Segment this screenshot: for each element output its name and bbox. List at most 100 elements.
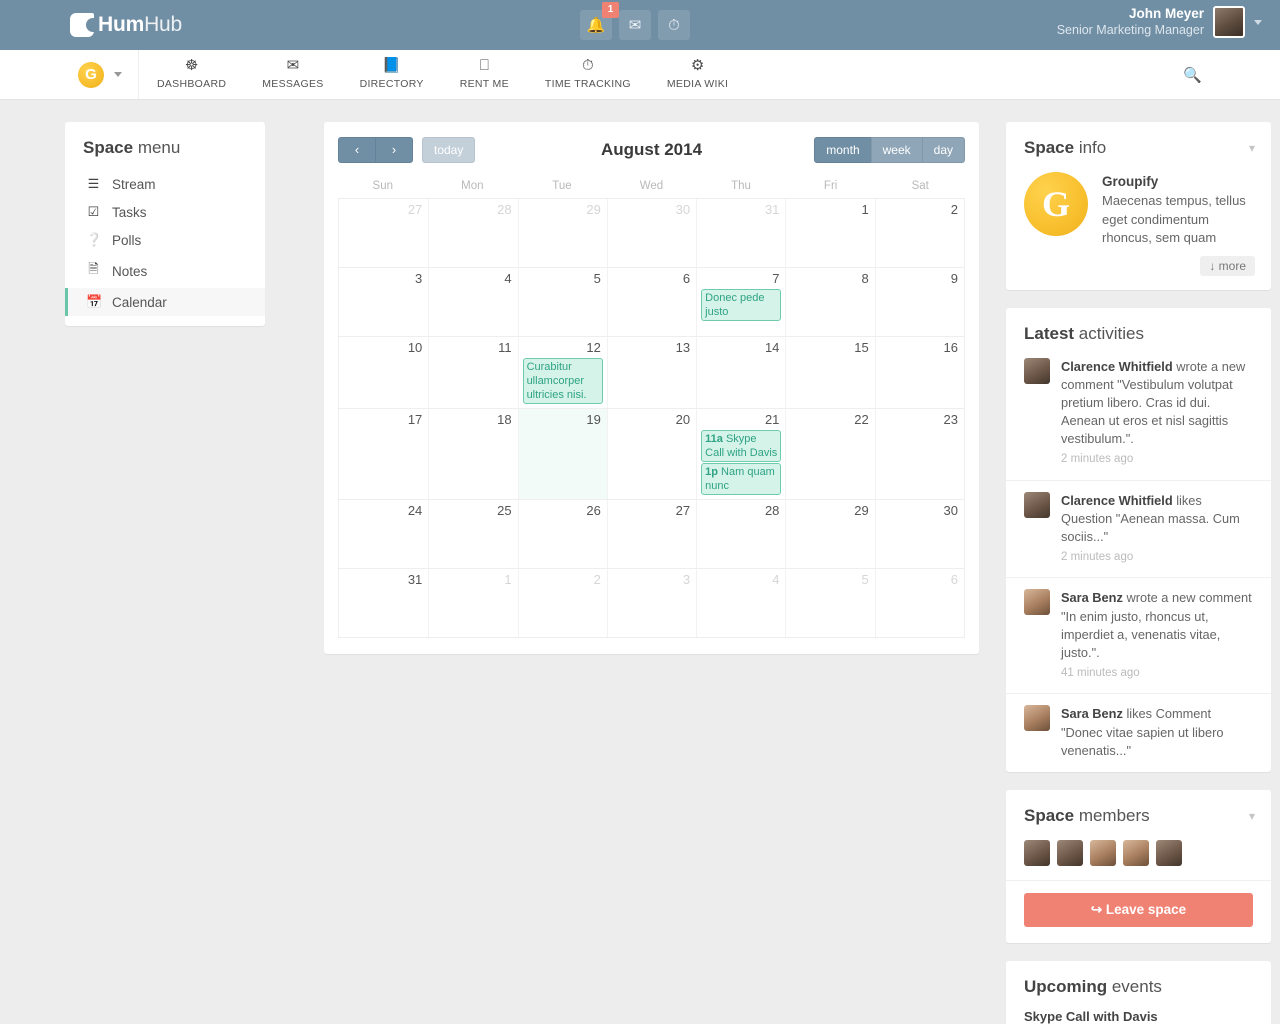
more-button[interactable]: ↓ more <box>1200 255 1255 276</box>
avatar[interactable] <box>1024 589 1050 616</box>
calendar-day-cell[interactable]: 12 Curabitur ullamcorper ultricies nisi. <box>517 337 607 408</box>
avatar[interactable] <box>1213 6 1245 39</box>
calendar-day-cell[interactable]: 7 Donec pede justo <box>696 268 785 336</box>
calendar-day-cell[interactable]: 14 <box>696 337 785 408</box>
calendar-day-cell[interactable]: 30 <box>606 199 696 267</box>
view-day-button[interactable]: day <box>921 137 965 163</box>
calendar-day-cell[interactable]: 8 <box>785 268 874 336</box>
activity-user[interactable]: Clarence Whitfield <box>1061 359 1173 374</box>
member-avatar[interactable] <box>1024 839 1050 866</box>
calendar-day-cell[interactable]: 2 <box>874 199 964 267</box>
avatar[interactable] <box>1024 705 1050 732</box>
calendar-day-cell[interactable]: 9 <box>874 268 964 336</box>
calendar-day-cell[interactable]: 3 <box>339 268 428 336</box>
member-avatar[interactable] <box>1123 839 1149 866</box>
calendar-day-cell[interactable]: 28 <box>696 500 785 568</box>
user-menu[interactable]: John Meyer Senior Marketing Manager <box>1057 6 1262 39</box>
calendar-day-cell[interactable]: 1 <box>785 199 874 267</box>
calendar-day-cell[interactable]: 16 <box>874 337 964 408</box>
day-number: 11 <box>498 340 512 355</box>
sidebar-item-calendar[interactable]: 📅 Calendar <box>65 288 265 316</box>
space-switcher[interactable]: G <box>0 50 139 99</box>
calendar-day-cell[interactable]: 6 <box>874 569 964 637</box>
calendar-day-cell[interactable]: 4 <box>696 569 785 637</box>
chevron-down-icon[interactable]: ▾ <box>1249 809 1255 823</box>
nav-item-directory[interactable]: 📘 DIRECTORY <box>342 50 442 99</box>
nav-item-rent-me[interactable]: ⎕ RENT ME <box>442 50 527 99</box>
avatar[interactable] <box>1024 491 1050 518</box>
activity-item[interactable]: Clarence Whitfield likes Question "Aenea… <box>1006 479 1271 578</box>
member-avatar[interactable] <box>1156 839 1182 866</box>
calendar-day-cell[interactable]: 31 <box>339 569 428 637</box>
calendar-day-cell[interactable]: 24 <box>339 500 428 568</box>
calendar-day-cell[interactable]: 22 <box>785 409 874 499</box>
activity-user[interactable]: Sara Benz <box>1061 590 1123 605</box>
calendar-day-cell[interactable]: 17 <box>339 409 428 499</box>
calendar-event[interactable]: 11a Skype Call with Davis <box>701 430 782 462</box>
activity-item[interactable]: Sara Benz wrote a new comment "In enim j… <box>1006 577 1271 693</box>
leave-space-button[interactable]: ↪ Leave space <box>1024 892 1253 927</box>
calendar-day-cell[interactable]: 2 <box>517 569 607 637</box>
title-bold: Upcoming <box>1024 976 1108 996</box>
sidebar-item-polls[interactable]: ❔ Polls <box>65 226 265 254</box>
calendar-event[interactable]: 1p Nam quam nunc <box>701 463 782 495</box>
calendar-day-cell[interactable]: 6 <box>606 268 696 336</box>
calendar-day-cell[interactable]: 4 <box>428 268 517 336</box>
calendar-event[interactable]: Curabitur ullamcorper ultricies nisi. <box>522 358 603 404</box>
chevron-down-icon[interactable] <box>114 72 122 77</box>
calendar-day-cell[interactable]: 29 <box>517 199 607 267</box>
calendar-day-cell[interactable]: 27 <box>339 199 428 267</box>
calendar-day-cell[interactable]: 27 <box>606 500 696 568</box>
messages-icon[interactable]: ✉ <box>619 10 651 40</box>
calendar-day-cell[interactable]: 13 <box>606 337 696 408</box>
activity-clock-icon[interactable]: ⏱ <box>658 10 690 40</box>
view-week-button[interactable]: week <box>870 137 923 163</box>
activity-user[interactable]: Sara Benz <box>1061 706 1123 721</box>
calendar-day-cell[interactable]: 19 <box>517 409 607 499</box>
chevron-down-icon[interactable]: ▾ <box>1249 141 1255 155</box>
member-avatar[interactable] <box>1057 839 1083 866</box>
day-number: 24 <box>407 503 423 518</box>
calendar-day-cell[interactable]: 1 <box>428 569 517 637</box>
upcoming-event-item[interactable]: Skype Call with Davis August 21, 2014 (1… <box>1006 1009 1271 1024</box>
sidebar-item-notes[interactable]: 🗎 Notes <box>65 254 265 288</box>
nav-item-dashboard[interactable]: ☸ DASHBOARD <box>139 50 244 99</box>
calendar-day-cell[interactable]: 3 <box>606 569 696 637</box>
calendar-day-cell[interactable]: 5 <box>517 268 607 336</box>
calendar-day-cell[interactable]: 15 <box>785 337 874 408</box>
member-avatar[interactable] <box>1090 839 1116 866</box>
calendar-day-cell[interactable]: 21 11a Skype Call with Davis 1p Nam quam n… <box>696 409 785 499</box>
calendar-day-cell[interactable]: 23 <box>874 409 964 499</box>
sidebar-item-tasks[interactable]: ☑ Tasks <box>65 198 265 226</box>
activity-item[interactable]: Clarence Whitfield wrote a new comment "… <box>1006 356 1271 480</box>
nav-item-messages[interactable]: ✉ MESSAGES <box>244 50 341 99</box>
calendar-day-cell[interactable]: 25 <box>428 500 517 568</box>
calendar-event[interactable]: Donec pede justo <box>701 289 782 321</box>
calendar-day-cell[interactable]: 31 <box>696 199 785 267</box>
calendar-day-cell[interactable]: 28 <box>428 199 517 267</box>
next-month-button[interactable]: › <box>375 137 413 163</box>
calendar-day-cell[interactable]: 20 <box>606 409 696 499</box>
view-month-button[interactable]: month <box>814 137 872 163</box>
day-number: 4 <box>504 271 512 286</box>
calendar-day-cell[interactable]: 10 <box>339 337 428 408</box>
today-button[interactable]: today <box>422 137 476 163</box>
avatar[interactable] <box>1024 357 1050 384</box>
calendar-day-cell[interactable]: 11 <box>428 337 517 408</box>
calendar-day-cell[interactable]: 5 <box>785 569 874 637</box>
calendar-day-cell[interactable]: 26 <box>517 500 607 568</box>
activity-item[interactable]: Sara Benz likes Comment "Donec vitae sap… <box>1006 693 1271 771</box>
notifications-icon[interactable]: 🔔 1 <box>580 2 619 40</box>
chevron-down-icon[interactable] <box>1254 19 1262 25</box>
calendar-day-cell[interactable]: 30 <box>874 500 964 568</box>
sidebar-item-stream[interactable]: ☰ Stream <box>65 170 265 198</box>
nav-item-time-tracking[interactable]: ⏱ TIME TRACKING <box>527 50 649 99</box>
calendar-day-cell[interactable]: 29 <box>785 500 874 568</box>
calendar-day-cell[interactable]: 18 <box>428 409 517 499</box>
humhub-logo[interactable]: HumHub <box>70 13 182 37</box>
prev-month-button[interactable]: ‹ <box>338 137 376 163</box>
nav-item-media-wiki[interactable]: ⚙ MEDIA WIKI <box>649 50 746 99</box>
activity-user[interactable]: Clarence Whitfield <box>1061 493 1173 508</box>
search-icon[interactable]: 🔍 <box>1183 50 1202 99</box>
day-number: 28 <box>764 503 780 518</box>
